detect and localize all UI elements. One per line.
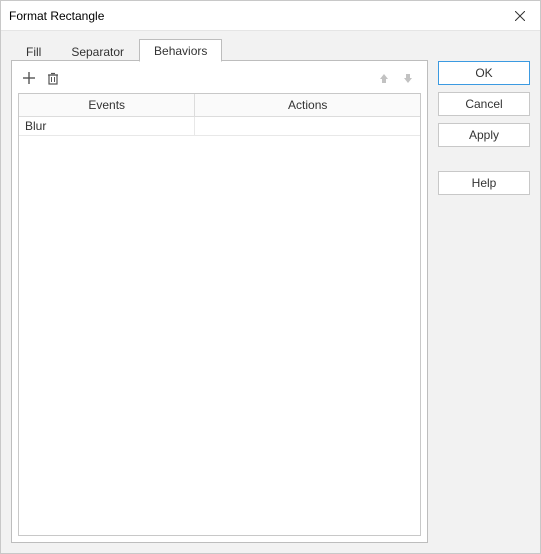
column-header-events[interactable]: Events xyxy=(19,94,195,116)
column-header-actions[interactable]: Actions xyxy=(195,94,420,116)
tab-behaviors[interactable]: Behaviors xyxy=(139,39,222,62)
ok-button[interactable]: OK xyxy=(438,61,530,85)
table-row[interactable]: Blur xyxy=(19,117,420,136)
delete-button[interactable] xyxy=(42,67,64,89)
trash-icon xyxy=(46,71,60,85)
plus-icon xyxy=(22,71,36,85)
add-button[interactable] xyxy=(18,67,40,89)
behaviors-grid: Events Actions Blur xyxy=(18,93,421,536)
cell-event[interactable]: Blur xyxy=(19,117,195,135)
cancel-button[interactable]: Cancel xyxy=(438,92,530,116)
arrow-up-icon xyxy=(378,72,390,84)
format-rectangle-dialog: Format Rectangle Fill Separator Behavior… xyxy=(0,0,541,554)
tab-fill[interactable]: Fill xyxy=(11,40,56,62)
behaviors-panel: Events Actions Blur xyxy=(11,61,428,543)
tab-separator[interactable]: Separator xyxy=(56,40,139,62)
dialog-buttons: OK Cancel Apply Help xyxy=(438,37,530,543)
apply-button[interactable]: Apply xyxy=(438,123,530,147)
behaviors-toolbar xyxy=(18,67,421,89)
tab-strip: Fill Separator Behaviors xyxy=(11,37,428,61)
close-button[interactable] xyxy=(500,1,540,30)
grid-header: Events Actions xyxy=(19,94,420,117)
dialog-title: Format Rectangle xyxy=(9,9,104,23)
move-down-button[interactable] xyxy=(397,67,419,89)
titlebar: Format Rectangle xyxy=(1,1,540,31)
cell-action[interactable] xyxy=(195,117,420,135)
arrow-down-icon xyxy=(402,72,414,84)
move-up-button[interactable] xyxy=(373,67,395,89)
help-button[interactable]: Help xyxy=(438,171,530,195)
close-icon xyxy=(515,11,525,21)
grid-body: Blur xyxy=(19,117,420,535)
